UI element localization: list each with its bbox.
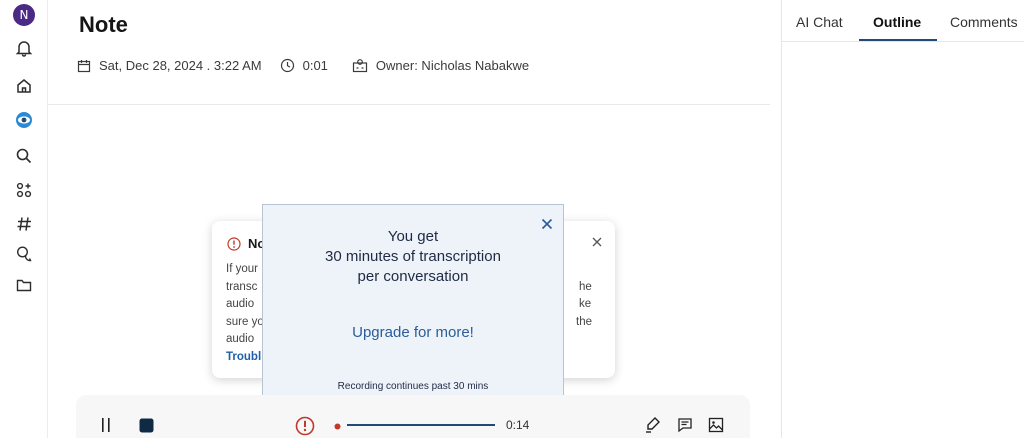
owner-icon — [352, 59, 368, 73]
user-avatar[interactable]: N — [12, 3, 36, 27]
headline-line: 30 minutes of transcription — [325, 248, 501, 265]
pause-icon[interactable] — [98, 416, 114, 434]
chat-icon[interactable] — [12, 242, 36, 266]
page-title: Note — [79, 12, 128, 37]
tab-outline[interactable]: Outline — [873, 14, 921, 30]
hashtag-icon[interactable] — [12, 212, 36, 236]
header-divider — [48, 104, 770, 105]
avatar-initial: N — [13, 4, 35, 26]
search-icon[interactable] — [12, 144, 36, 168]
transcription-limit-modal: You get 30 minutes of transcription per … — [262, 204, 564, 411]
notice-line-head: transc — [226, 280, 258, 293]
upgrade-link[interactable]: Upgrade for more! — [263, 324, 563, 341]
headline-line: You get — [387, 228, 439, 245]
notice-title: No — [227, 236, 265, 251]
notice-line-tail: he — [579, 280, 592, 293]
folder-icon[interactable] — [12, 273, 36, 297]
notice-line-tail: the — [576, 315, 592, 328]
calendar-icon — [77, 59, 91, 72]
recording-dot — [333, 422, 341, 430]
comment-icon[interactable] — [676, 416, 694, 434]
alert-icon — [227, 236, 241, 251]
note-owner: Owner: Nicholas Nabakwe — [352, 58, 529, 73]
elapsed-time: 0:14 — [506, 418, 530, 432]
tab-ai-chat[interactable]: AI Chat — [796, 14, 843, 30]
pen-icon[interactable] — [644, 415, 662, 435]
note-date: Sat, Dec 28, 2024 . 3:22 AM — [77, 58, 262, 73]
note-meta: Sat, Dec 28, 2024 . 3:22 AM 0:01 Owner: … — [77, 58, 547, 73]
recording-progress — [347, 424, 495, 426]
image-icon[interactable] — [707, 416, 725, 434]
modal-footer: Recording continues past 30 mins — [337, 381, 489, 392]
headline-line: per conversation — [357, 268, 469, 285]
notice-line-head: audio — [226, 298, 255, 310]
modal-headline: You get 30 minutes of transcription per … — [263, 227, 563, 287]
owner-text: Owner: Nicholas Nabakwe — [375, 58, 530, 73]
duration-text: 0:01 — [302, 58, 328, 73]
right-panel: AI Chat Outline Comments — [781, 0, 1024, 438]
panel-tabs: AI Chat Outline Comments — [782, 0, 1024, 42]
active-tab-indicator — [859, 39, 937, 41]
recording-toolbar: 0:14 — [76, 395, 750, 438]
left-rail: N — [0, 0, 48, 438]
eye-icon[interactable] — [12, 108, 36, 132]
clock-icon — [280, 58, 294, 73]
tab-comments[interactable]: Comments — [950, 14, 1018, 30]
bell-icon[interactable] — [12, 36, 36, 60]
notice-line-head: sure yo — [226, 315, 264, 328]
date-text: Sat, Dec 28, 2024 . 3:22 AM — [99, 58, 262, 73]
home-icon[interactable] — [12, 74, 36, 98]
stop-icon[interactable] — [138, 417, 154, 433]
apps-icon[interactable] — [12, 178, 36, 202]
warning-icon[interactable] — [294, 415, 316, 437]
note-duration: 0:01 — [280, 58, 328, 73]
notice-close-icon[interactable] — [591, 235, 603, 253]
notice-line-tail: ke — [579, 298, 592, 310]
